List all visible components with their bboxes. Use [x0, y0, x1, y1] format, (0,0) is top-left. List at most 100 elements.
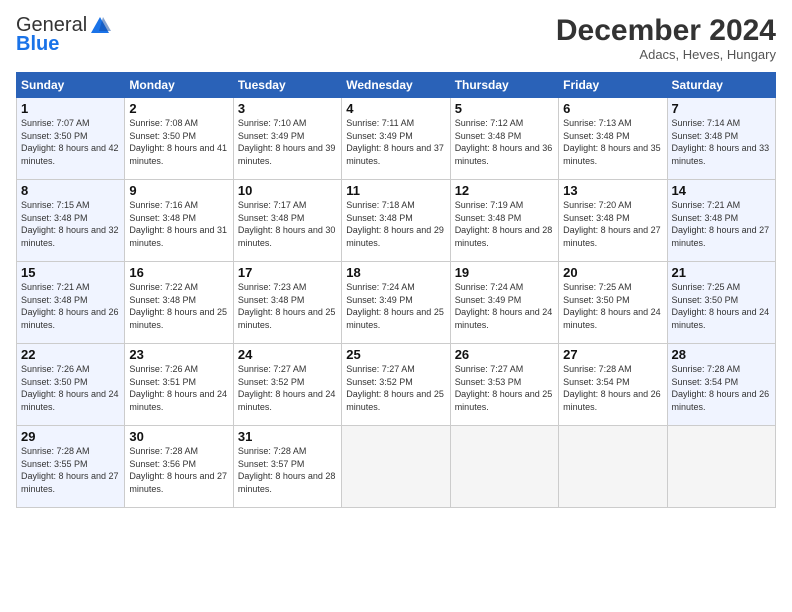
- calendar-cell: 17Sunrise: 7:23 AMSunset: 3:48 PMDayligh…: [233, 262, 341, 344]
- calendar-week-4: 22Sunrise: 7:26 AMSunset: 3:50 PMDayligh…: [17, 344, 776, 426]
- calendar-cell: 6Sunrise: 7:13 AMSunset: 3:48 PMDaylight…: [559, 98, 667, 180]
- calendar-cell: 28Sunrise: 7:28 AMSunset: 3:54 PMDayligh…: [667, 344, 775, 426]
- calendar-cell: [450, 426, 558, 508]
- calendar-cell: 4Sunrise: 7:11 AMSunset: 3:49 PMDaylight…: [342, 98, 450, 180]
- day-detail: Sunrise: 7:19 AMSunset: 3:48 PMDaylight:…: [455, 199, 554, 249]
- day-detail: Sunrise: 7:07 AMSunset: 3:50 PMDaylight:…: [21, 117, 120, 167]
- calendar-cell: 2Sunrise: 7:08 AMSunset: 3:50 PMDaylight…: [125, 98, 233, 180]
- weekday-header-saturday: Saturday: [667, 73, 775, 98]
- weekday-header-sunday: Sunday: [17, 73, 125, 98]
- day-number: 22: [21, 347, 120, 362]
- day-detail: Sunrise: 7:21 AMSunset: 3:48 PMDaylight:…: [672, 199, 771, 249]
- calendar-cell: 8Sunrise: 7:15 AMSunset: 3:48 PMDaylight…: [17, 180, 125, 262]
- calendar-cell: 13Sunrise: 7:20 AMSunset: 3:48 PMDayligh…: [559, 180, 667, 262]
- calendar-cell: 7Sunrise: 7:14 AMSunset: 3:48 PMDaylight…: [667, 98, 775, 180]
- calendar-cell: 11Sunrise: 7:18 AMSunset: 3:48 PMDayligh…: [342, 180, 450, 262]
- calendar-cell: 18Sunrise: 7:24 AMSunset: 3:49 PMDayligh…: [342, 262, 450, 344]
- day-number: 24: [238, 347, 337, 362]
- day-number: 9: [129, 183, 228, 198]
- calendar-cell: 27Sunrise: 7:28 AMSunset: 3:54 PMDayligh…: [559, 344, 667, 426]
- day-detail: Sunrise: 7:23 AMSunset: 3:48 PMDaylight:…: [238, 281, 337, 331]
- day-detail: Sunrise: 7:25 AMSunset: 3:50 PMDaylight:…: [672, 281, 771, 331]
- calendar-cell: 23Sunrise: 7:26 AMSunset: 3:51 PMDayligh…: [125, 344, 233, 426]
- day-detail: Sunrise: 7:15 AMSunset: 3:48 PMDaylight:…: [21, 199, 120, 249]
- calendar-cell: 14Sunrise: 7:21 AMSunset: 3:48 PMDayligh…: [667, 180, 775, 262]
- page-container: General Blue December 2024 Adacs, Heves,…: [0, 0, 792, 518]
- day-detail: Sunrise: 7:27 AMSunset: 3:53 PMDaylight:…: [455, 363, 554, 413]
- day-number: 21: [672, 265, 771, 280]
- day-number: 16: [129, 265, 228, 280]
- day-detail: Sunrise: 7:20 AMSunset: 3:48 PMDaylight:…: [563, 199, 662, 249]
- day-detail: Sunrise: 7:14 AMSunset: 3:48 PMDaylight:…: [672, 117, 771, 167]
- day-detail: Sunrise: 7:18 AMSunset: 3:48 PMDaylight:…: [346, 199, 445, 249]
- day-number: 8: [21, 183, 120, 198]
- day-number: 3: [238, 101, 337, 116]
- day-number: 25: [346, 347, 445, 362]
- calendar-cell: 1Sunrise: 7:07 AMSunset: 3:50 PMDaylight…: [17, 98, 125, 180]
- calendar-cell: 10Sunrise: 7:17 AMSunset: 3:48 PMDayligh…: [233, 180, 341, 262]
- weekday-header-tuesday: Tuesday: [233, 73, 341, 98]
- day-detail: Sunrise: 7:28 AMSunset: 3:54 PMDaylight:…: [563, 363, 662, 413]
- weekday-header-wednesday: Wednesday: [342, 73, 450, 98]
- weekday-header-row: SundayMondayTuesdayWednesdayThursdayFrid…: [17, 73, 776, 98]
- title-block: December 2024 Adacs, Heves, Hungary: [556, 14, 776, 62]
- logo-icon: [89, 15, 111, 37]
- day-detail: Sunrise: 7:11 AMSunset: 3:49 PMDaylight:…: [346, 117, 445, 167]
- day-detail: Sunrise: 7:26 AMSunset: 3:50 PMDaylight:…: [21, 363, 120, 413]
- day-detail: Sunrise: 7:17 AMSunset: 3:48 PMDaylight:…: [238, 199, 337, 249]
- day-number: 14: [672, 183, 771, 198]
- day-number: 31: [238, 429, 337, 444]
- calendar-cell: [342, 426, 450, 508]
- day-number: 5: [455, 101, 554, 116]
- day-number: 17: [238, 265, 337, 280]
- day-number: 19: [455, 265, 554, 280]
- day-number: 15: [21, 265, 120, 280]
- day-detail: Sunrise: 7:27 AMSunset: 3:52 PMDaylight:…: [346, 363, 445, 413]
- calendar-cell: 31Sunrise: 7:28 AMSunset: 3:57 PMDayligh…: [233, 426, 341, 508]
- day-number: 29: [21, 429, 120, 444]
- calendar-cell: 3Sunrise: 7:10 AMSunset: 3:49 PMDaylight…: [233, 98, 341, 180]
- calendar-cell: 29Sunrise: 7:28 AMSunset: 3:55 PMDayligh…: [17, 426, 125, 508]
- subtitle: Adacs, Heves, Hungary: [556, 47, 776, 62]
- calendar-cell: 15Sunrise: 7:21 AMSunset: 3:48 PMDayligh…: [17, 262, 125, 344]
- day-detail: Sunrise: 7:28 AMSunset: 3:55 PMDaylight:…: [21, 445, 120, 495]
- day-number: 2: [129, 101, 228, 116]
- calendar-cell: 22Sunrise: 7:26 AMSunset: 3:50 PMDayligh…: [17, 344, 125, 426]
- day-detail: Sunrise: 7:24 AMSunset: 3:49 PMDaylight:…: [455, 281, 554, 331]
- day-number: 20: [563, 265, 662, 280]
- day-detail: Sunrise: 7:28 AMSunset: 3:54 PMDaylight:…: [672, 363, 771, 413]
- day-number: 12: [455, 183, 554, 198]
- calendar-cell: 25Sunrise: 7:27 AMSunset: 3:52 PMDayligh…: [342, 344, 450, 426]
- day-number: 6: [563, 101, 662, 116]
- day-detail: Sunrise: 7:28 AMSunset: 3:56 PMDaylight:…: [129, 445, 228, 495]
- calendar-cell: 5Sunrise: 7:12 AMSunset: 3:48 PMDaylight…: [450, 98, 558, 180]
- day-detail: Sunrise: 7:25 AMSunset: 3:50 PMDaylight:…: [563, 281, 662, 331]
- day-number: 18: [346, 265, 445, 280]
- day-number: 30: [129, 429, 228, 444]
- calendar-week-2: 8Sunrise: 7:15 AMSunset: 3:48 PMDaylight…: [17, 180, 776, 262]
- day-detail: Sunrise: 7:08 AMSunset: 3:50 PMDaylight:…: [129, 117, 228, 167]
- day-number: 23: [129, 347, 228, 362]
- calendar-cell: 30Sunrise: 7:28 AMSunset: 3:56 PMDayligh…: [125, 426, 233, 508]
- calendar-cell: 24Sunrise: 7:27 AMSunset: 3:52 PMDayligh…: [233, 344, 341, 426]
- logo-blue-text: Blue: [16, 33, 59, 56]
- weekday-header-thursday: Thursday: [450, 73, 558, 98]
- day-detail: Sunrise: 7:13 AMSunset: 3:48 PMDaylight:…: [563, 117, 662, 167]
- day-detail: Sunrise: 7:22 AMSunset: 3:48 PMDaylight:…: [129, 281, 228, 331]
- calendar-cell: [559, 426, 667, 508]
- day-detail: Sunrise: 7:27 AMSunset: 3:52 PMDaylight:…: [238, 363, 337, 413]
- weekday-header-monday: Monday: [125, 73, 233, 98]
- day-number: 27: [563, 347, 662, 362]
- day-detail: Sunrise: 7:26 AMSunset: 3:51 PMDaylight:…: [129, 363, 228, 413]
- day-detail: Sunrise: 7:28 AMSunset: 3:57 PMDaylight:…: [238, 445, 337, 495]
- day-detail: Sunrise: 7:12 AMSunset: 3:48 PMDaylight:…: [455, 117, 554, 167]
- calendar-cell: 19Sunrise: 7:24 AMSunset: 3:49 PMDayligh…: [450, 262, 558, 344]
- day-number: 4: [346, 101, 445, 116]
- calendar-week-1: 1Sunrise: 7:07 AMSunset: 3:50 PMDaylight…: [17, 98, 776, 180]
- calendar-cell: 26Sunrise: 7:27 AMSunset: 3:53 PMDayligh…: [450, 344, 558, 426]
- month-title: December 2024: [556, 14, 776, 47]
- weekday-header-friday: Friday: [559, 73, 667, 98]
- logo: General Blue: [16, 14, 111, 56]
- calendar-cell: 9Sunrise: 7:16 AMSunset: 3:48 PMDaylight…: [125, 180, 233, 262]
- day-number: 26: [455, 347, 554, 362]
